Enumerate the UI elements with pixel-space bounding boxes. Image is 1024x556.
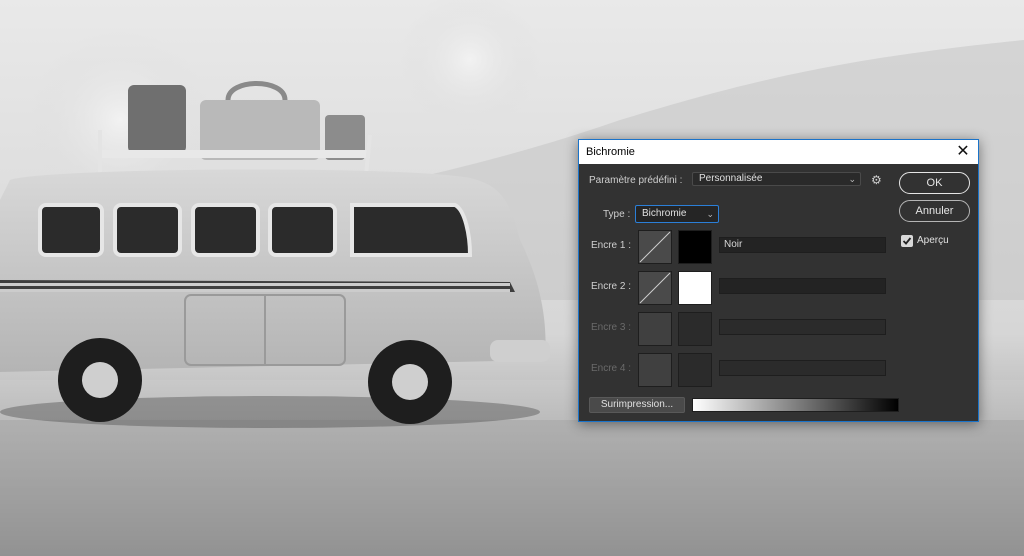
dialog-body: Paramètre prédéfini : Personnalisée ⌄ ⚙ … [579,164,978,421]
ink1-label: Encre 1 : [591,240,632,251]
bichromie-dialog: Bichromie ✕ Paramètre prédéfini : Person… [578,139,979,422]
ink2-color-swatch[interactable] [678,271,712,305]
type-label: Type : [603,209,631,220]
ink3-curve-button [638,312,672,346]
preview-label: Aperçu [917,235,949,246]
ink4-color-swatch [678,353,712,387]
chevron-down-icon: ⌄ [706,209,714,219]
preset-label: Paramètre prédéfini : [589,175,683,186]
dialog-title: Bichromie [586,146,635,158]
gear-icon[interactable]: ⚙ [871,173,882,187]
ink1-name-field[interactable]: Noir [719,237,886,253]
curve-icon [639,231,671,263]
cancel-button[interactable]: Annuler [899,200,970,222]
dialog-titlebar: Bichromie ✕ [579,140,978,164]
ok-button[interactable]: OK [899,172,970,194]
chevron-down-icon: ⌄ [848,174,856,184]
checkmark-icon [902,237,912,245]
ink2-name-field[interactable] [719,278,886,294]
tone-gradient-bar [692,398,899,412]
preview-checkbox[interactable] [901,235,913,247]
ink3-color-swatch [678,312,712,346]
ink4-curve-button [638,353,672,387]
preset-select[interactable]: Personnalisée ⌄ [692,172,861,186]
type-value: Bichromie [642,208,687,219]
ink4-label: Encre 4 : [591,363,632,374]
ink3-name-field [719,319,886,335]
ink3-label: Encre 3 : [591,322,632,333]
curve-icon [639,272,671,304]
ink4-name-field [719,360,886,376]
close-icon[interactable]: ✕ [954,143,972,161]
ink2-curve-button[interactable] [638,271,672,305]
overprint-button[interactable]: Surimpression... [589,397,685,413]
ink1-color-swatch[interactable] [678,230,712,264]
preset-value: Personnalisée [699,173,763,184]
type-select[interactable]: Bichromie ⌄ [635,205,719,223]
ink1-curve-button[interactable] [638,230,672,264]
ink2-label: Encre 2 : [591,281,632,292]
